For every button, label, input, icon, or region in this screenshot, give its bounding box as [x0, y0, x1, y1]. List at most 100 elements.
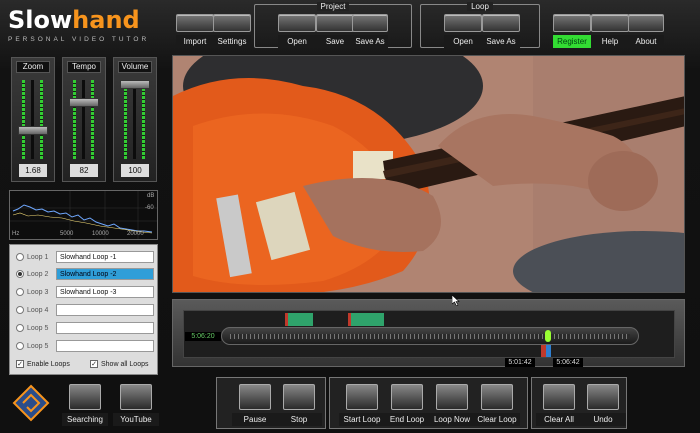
import-button[interactable]: Import — [176, 14, 214, 48]
loop-1-marker[interactable] — [285, 313, 313, 326]
register-button[interactable]: Register — [553, 14, 591, 48]
loop-2-marker[interactable] — [348, 313, 384, 326]
register-cap — [553, 14, 591, 32]
register-label: Register — [553, 35, 591, 48]
show-all-loops-checkmark-icon: ✓ — [90, 360, 98, 368]
loop-1-label: Loop 1 — [27, 253, 49, 261]
loop-open-cap — [444, 14, 482, 32]
volume-knob[interactable] — [120, 80, 150, 89]
timeline-scrubber[interactable] — [221, 327, 639, 345]
pause-button[interactable]: Pause — [232, 384, 278, 426]
settings-label: Settings — [213, 35, 251, 48]
loop-now-cap — [436, 384, 468, 410]
youtube-label: YouTube — [113, 413, 159, 426]
volume-meter-left — [124, 80, 127, 159]
loop-1-radio-dot — [16, 253, 24, 261]
clear-all-button[interactable]: Clear All — [536, 384, 582, 426]
loop-4-radio[interactable]: Loop 4 — [16, 306, 48, 314]
loop-open-button[interactable]: Open — [444, 14, 482, 48]
clear-loop-label: Clear Loop — [474, 413, 520, 426]
loop-6-radio[interactable]: Loop 5 — [16, 342, 48, 350]
zoom-track[interactable] — [18, 80, 48, 159]
zoom-meter-left — [22, 80, 25, 159]
spectrum-hz-label: Hz — [12, 231, 20, 237]
show-all-loops-checkbox[interactable]: ✓ Show all Loops — [90, 360, 148, 368]
start-loop-cap — [346, 384, 378, 410]
project-save-button[interactable]: Save — [316, 14, 354, 48]
project-save-as-label: Save As — [352, 35, 388, 48]
logo-text-hand: hand — [72, 6, 140, 34]
zoom-slider[interactable]: Zoom 1.68 — [11, 57, 55, 182]
loop-5-name-field[interactable] — [56, 322, 154, 334]
tempo-track[interactable] — [69, 80, 99, 159]
about-label: About — [628, 35, 664, 48]
project-save-label: Save — [316, 35, 354, 48]
tempo-value: 82 — [70, 164, 98, 177]
show-all-loops-label: Show all Loops — [101, 360, 149, 368]
loop-save-as-button[interactable]: Save As — [482, 14, 520, 48]
project-group-title: Project — [316, 2, 350, 11]
youtube-cap — [120, 384, 152, 410]
settings-button-cap — [213, 14, 251, 32]
volume-rail — [133, 80, 136, 159]
project-open-button[interactable]: Open — [278, 14, 316, 48]
youtube-button[interactable]: YouTube — [113, 384, 159, 426]
about-cap — [628, 14, 664, 32]
loop-3-radio[interactable]: Loop 3 — [16, 288, 48, 296]
loop-4-label: Loop 4 — [27, 306, 49, 314]
searching-button[interactable]: Searching — [62, 384, 108, 426]
undo-cap — [587, 384, 619, 410]
loop-1-radio[interactable]: Loop 1 — [16, 253, 48, 261]
tempo-title: Tempo — [67, 61, 101, 73]
tempo-slider[interactable]: Tempo 82 — [62, 57, 106, 182]
timeline-ticks — [230, 334, 630, 339]
loop-range-handle[interactable] — [541, 345, 551, 357]
zoom-value: 1.68 — [19, 164, 47, 177]
app-logo: Slowhand PERSONAL VIDEO TUTOR — [8, 6, 168, 48]
undo-button[interactable]: Undo — [580, 384, 626, 426]
loop-4-name-field[interactable] — [56, 304, 154, 316]
clear-loop-cap — [481, 384, 513, 410]
logo-text-slow: Slow — [8, 6, 73, 34]
loop-2-radio[interactable]: Loop 2 — [16, 270, 48, 278]
loop-save-as-label: Save As — [482, 35, 520, 48]
volume-track[interactable] — [120, 80, 150, 159]
pause-cap — [239, 384, 271, 410]
marker-b-time: 5:06:42 — [553, 358, 583, 367]
about-button[interactable]: About — [628, 14, 664, 48]
tempo-meter-left — [73, 80, 76, 159]
help-label: Help — [591, 35, 629, 48]
clear-loop-button[interactable]: Clear Loop — [474, 384, 520, 426]
help-cap — [591, 14, 629, 32]
spectrum-db-label: -60 — [145, 205, 154, 211]
loops-panel: Loop 1 Slowhand Loop -1 Loop 2 Slowhand … — [9, 244, 158, 375]
loop-3-name-field[interactable]: Slowhand Loop -3 — [56, 286, 154, 298]
spectrum-tick-10000: 10000 — [92, 231, 109, 237]
enable-loops-checkbox[interactable]: ✓ Enable Loops — [16, 360, 70, 368]
video-player[interactable] — [172, 55, 685, 293]
tempo-knob[interactable] — [69, 98, 99, 107]
spectrum-tick-20000: 20000 — [127, 231, 144, 237]
loop-6-label: Loop 5 — [27, 342, 49, 350]
help-button[interactable]: Help — [591, 14, 629, 48]
playhead-marker[interactable] — [545, 330, 551, 342]
loop-2-label: Loop 2 — [27, 270, 49, 278]
spectrum-tick-5000: 5000 — [60, 231, 74, 237]
zoom-knob[interactable] — [18, 126, 48, 135]
start-loop-button[interactable]: Start Loop — [339, 384, 385, 426]
volume-slider[interactable]: Volume 100 — [113, 57, 157, 182]
project-open-cap — [278, 14, 316, 32]
loop-5-radio[interactable]: Loop 5 — [16, 324, 48, 332]
stop-button[interactable]: Stop — [276, 384, 322, 426]
loop-save-as-cap — [482, 14, 520, 32]
project-save-as-button[interactable]: Save As — [352, 14, 388, 48]
marker-a-time: 5:01:42 — [505, 358, 535, 367]
settings-button[interactable]: Settings — [213, 14, 251, 48]
loop-1-name-field[interactable]: Slowhand Loop -1 — [56, 251, 154, 263]
clear-all-cap — [543, 384, 575, 410]
loop-3-label: Loop 3 — [27, 288, 49, 296]
loop-2-name-field[interactable]: Slowhand Loop -2 — [56, 268, 154, 280]
loop-now-button[interactable]: Loop Now — [429, 384, 475, 426]
end-loop-button[interactable]: End Loop — [384, 384, 430, 426]
loop-6-name-field[interactable] — [56, 340, 154, 352]
